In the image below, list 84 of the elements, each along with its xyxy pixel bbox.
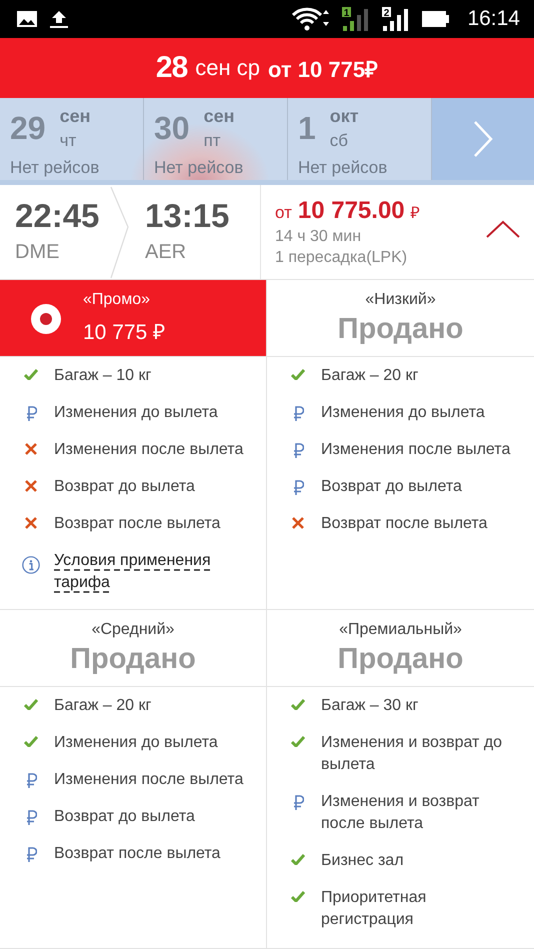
fare-feature: Возврат до вылета xyxy=(321,477,462,497)
ruble-icon xyxy=(292,795,304,811)
currency-sign: ₽ xyxy=(410,204,420,223)
date-day: 30 xyxy=(154,106,190,154)
flight-price: 10 775.00 xyxy=(298,197,405,225)
ruble-icon xyxy=(292,480,304,496)
fare-header[interactable]: «Промо» 10 775 ₽ xyxy=(0,280,266,357)
sold-out-label: Продано xyxy=(70,642,196,676)
fare-feature: Возврат до вылета xyxy=(54,807,195,827)
fare-feature: Возврат после вылета xyxy=(54,844,220,864)
fare-feature: Изменения и возврат до вылета xyxy=(321,733,504,775)
check-icon xyxy=(24,369,38,380)
wifi-icon xyxy=(291,7,332,31)
date-month: окт xyxy=(330,106,360,128)
ruble-icon xyxy=(26,810,36,826)
fare-name: «Низкий» xyxy=(365,290,436,308)
check-icon xyxy=(291,699,305,710)
ruble-icon xyxy=(26,773,36,789)
min-price: от 10 775₽ xyxy=(268,56,378,83)
ruble-icon xyxy=(26,406,36,422)
fare-feature: Изменения после вылета xyxy=(321,440,510,460)
fare-feature: Багаж – 20 кг xyxy=(54,696,152,716)
cross-icon xyxy=(25,517,37,529)
date-weekday: чт xyxy=(60,130,78,152)
image-icon xyxy=(16,10,38,28)
fare-feature: Изменения до вылета xyxy=(54,403,218,423)
check-icon xyxy=(291,736,305,747)
date-weekday: пт xyxy=(204,130,222,152)
check-icon xyxy=(24,736,38,747)
fare-feature: Возврат до вылета xyxy=(54,477,195,497)
ruble-icon xyxy=(26,847,36,863)
fare-feature: Возврат после вылета xyxy=(321,514,488,534)
fare-feature: Изменения до вылета xyxy=(321,403,485,423)
fare-feature: Изменения после вылета xyxy=(54,440,244,460)
fare-price: 10 775 ₽ xyxy=(83,320,166,345)
fare-feature: Багаж – 10 кг xyxy=(54,366,152,386)
date-day: 1 xyxy=(298,106,316,154)
check-icon xyxy=(291,369,305,380)
ruble-icon xyxy=(292,443,304,459)
chevron-up-icon xyxy=(486,219,520,239)
no-flights-note: Нет рейсов xyxy=(298,158,388,179)
fare-feature: Багаж – 30 кг xyxy=(321,696,418,716)
date-weekday: сб xyxy=(330,130,350,152)
ruble-icon xyxy=(292,406,304,422)
fare-feature: Багаж – 20 кг xyxy=(321,366,418,386)
sold-out-label: Продано xyxy=(338,312,464,346)
flight-duration: 14 ч 30 мин xyxy=(275,228,362,246)
fare-name: «Промо» xyxy=(83,291,150,309)
radio-button[interactable] xyxy=(31,304,61,334)
date-month: сен xyxy=(60,106,92,128)
date-month: сен xyxy=(204,106,236,128)
cross-icon xyxy=(25,443,37,455)
date-month-weekday: сен ср xyxy=(195,55,260,81)
no-flights-note: Нет рейсов xyxy=(154,158,244,179)
fare-feature: Бизнес зал xyxy=(321,851,404,871)
date-day: 28 xyxy=(156,51,188,85)
fare-feature: Изменения до вылета xyxy=(54,733,218,753)
arrival-time: 13:15 xyxy=(145,197,230,235)
collapse-button[interactable] xyxy=(486,219,520,239)
sold-out-label: Продано xyxy=(338,642,464,676)
date-day: 29 xyxy=(10,106,46,154)
chevron-right-icon xyxy=(473,120,493,158)
check-icon xyxy=(24,699,38,710)
clock-time: 16:14 xyxy=(467,7,520,31)
check-icon xyxy=(291,854,305,865)
departure-time: 22:45 xyxy=(15,197,100,235)
departure-airport: DME xyxy=(15,241,60,264)
fare-name: «Средний» xyxy=(92,620,174,638)
cross-icon xyxy=(25,480,37,492)
fare-feature: Изменения после вылета xyxy=(54,770,244,790)
flight-stops: 1 пересадка(LPK) xyxy=(275,249,408,267)
info-icon xyxy=(22,554,40,576)
fare-feature: Приоритетная регистрация xyxy=(321,888,428,930)
upload-icon xyxy=(48,9,70,29)
battery-icon xyxy=(421,10,452,28)
fare-feature: Возврат после вылета xyxy=(54,514,220,534)
check-icon xyxy=(291,891,305,902)
fare-name: «Премиальный» xyxy=(339,620,462,638)
arrival-airport: AER xyxy=(145,241,188,264)
no-flights-note: Нет рейсов xyxy=(10,158,100,179)
price-prefix: от xyxy=(275,203,292,223)
cross-icon xyxy=(292,517,304,529)
fare-rules-link[interactable]: Условия применения тарифа xyxy=(54,550,246,594)
fare-feature: Изменения и возврат после вылета xyxy=(321,792,480,834)
